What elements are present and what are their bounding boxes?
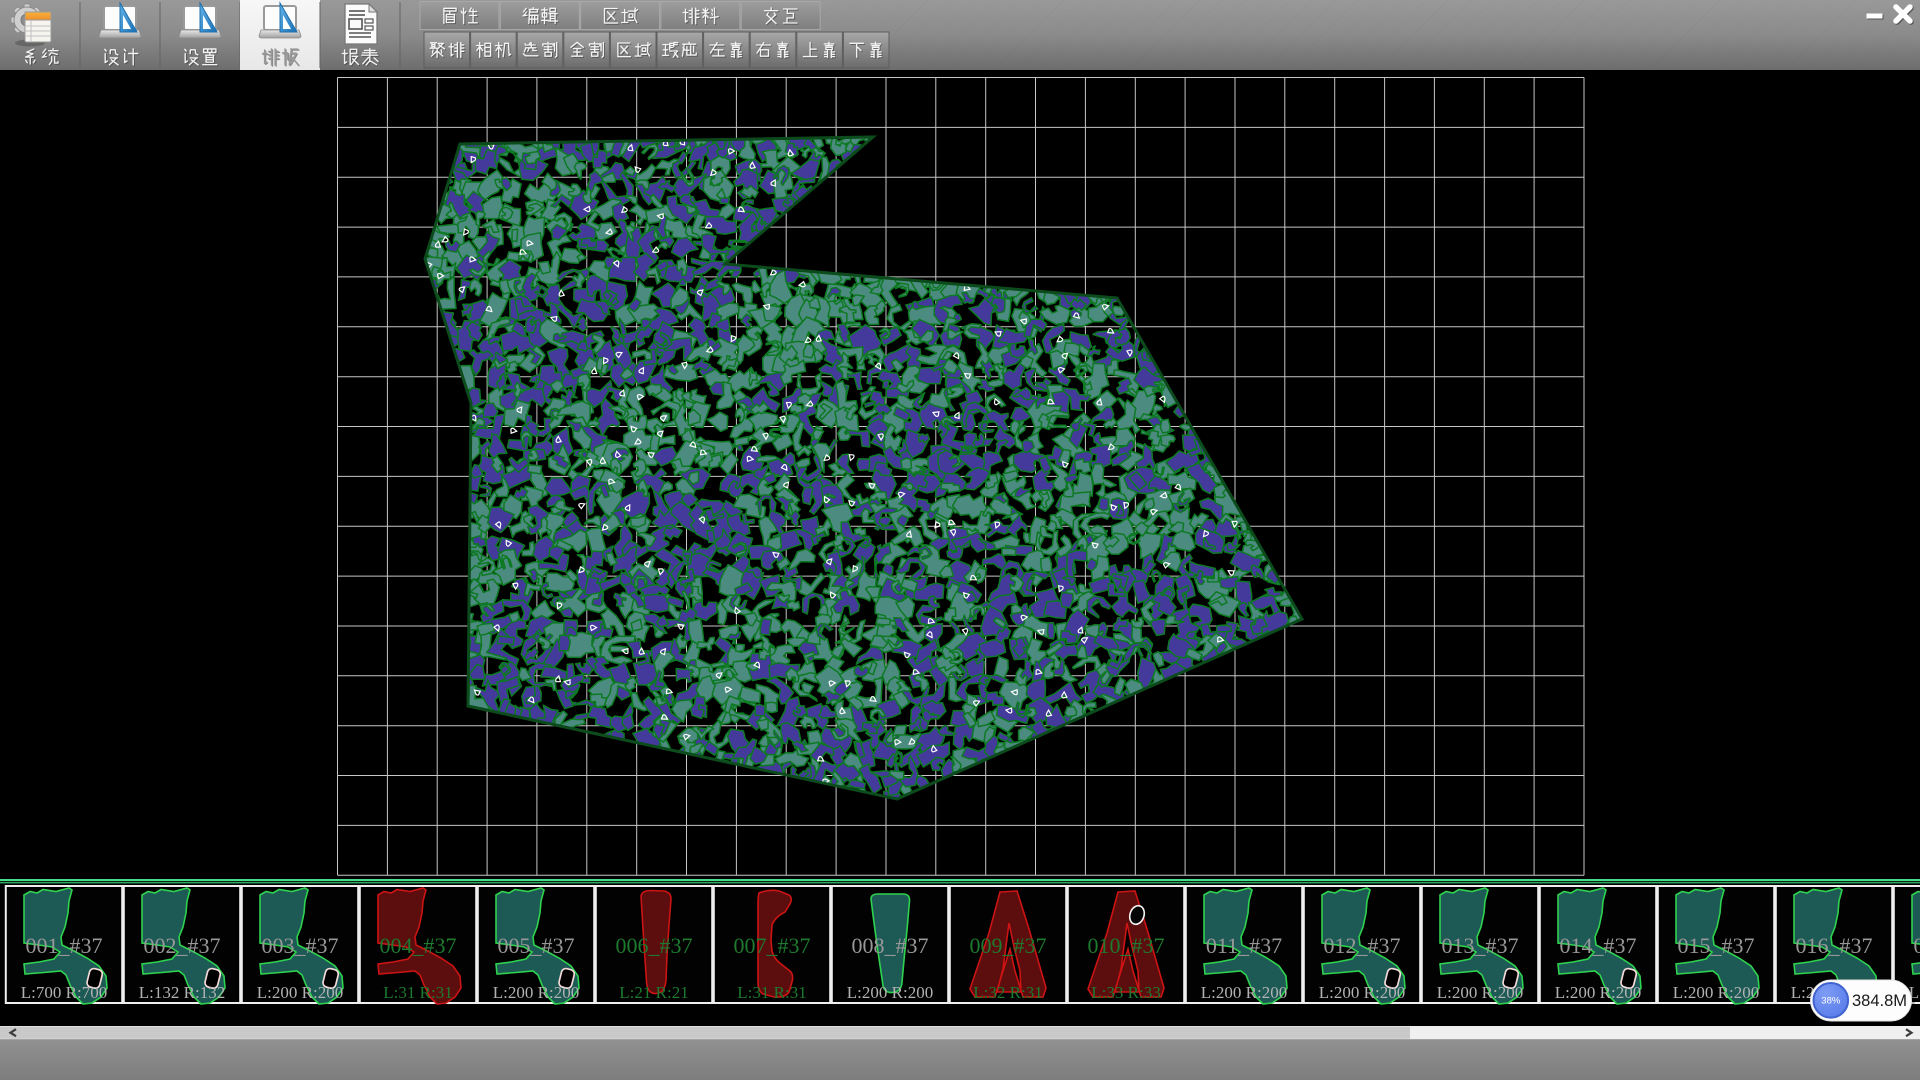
- svg-text:L:33 R:33: L:33 R:33: [1091, 983, 1160, 1002]
- svg-text:L:21 R:21: L:21 R:21: [619, 983, 688, 1002]
- svg-text:008_#37: 008_#37: [852, 933, 929, 958]
- svg-text:016_#37: 016_#37: [1796, 933, 1873, 958]
- svg-text:015_#37: 015_#37: [1678, 933, 1755, 958]
- svg-text:L:32 R:31: L:32 R:31: [973, 983, 1042, 1002]
- svg-text:003_#37: 003_#37: [262, 933, 339, 958]
- svg-text:L:200 R:200: L:200 R:200: [1319, 983, 1405, 1002]
- svg-text:002_#37: 002_#37: [144, 933, 221, 958]
- svg-text:L:31 R:31: L:31 R:31: [383, 983, 452, 1002]
- svg-text:L:200 R:200: L:200 R:200: [1201, 983, 1287, 1002]
- svg-text:L:200 R:200: L:200 R:200: [1437, 983, 1523, 1002]
- svg-text:L:200 R:200: L:200 R:200: [847, 983, 933, 1002]
- svg-text:007_#37: 007_#37: [734, 933, 811, 958]
- svg-text:L:200 R:200: L:200 R:200: [493, 983, 579, 1002]
- svg-text:384.8M: 384.8M: [1852, 992, 1907, 1010]
- svg-text:011_#37: 011_#37: [1206, 933, 1282, 958]
- svg-text:006_#37: 006_#37: [616, 933, 693, 958]
- svg-text:010_#37: 010_#37: [1088, 933, 1165, 958]
- svg-text:38%: 38%: [1821, 996, 1841, 1007]
- svg-text:004_#37: 004_#37: [380, 933, 457, 958]
- svg-text:L:31 R:31: L:31 R:31: [737, 983, 806, 1002]
- svg-text:L:200 R:200: L:200 R:200: [257, 983, 343, 1002]
- svg-text:014_#37: 014_#37: [1560, 933, 1637, 958]
- svg-text:017_#37: 017_#37: [1914, 933, 1920, 958]
- svg-text:001_#37: 001_#37: [26, 933, 103, 958]
- svg-text:012_#37: 012_#37: [1324, 933, 1401, 958]
- svg-text:005_#37: 005_#37: [498, 933, 575, 958]
- svg-text:L:700 R:700: L:700 R:700: [21, 983, 107, 1002]
- svg-text:L:200 R:200: L:200 R:200: [1673, 983, 1759, 1002]
- svg-text:009_#37: 009_#37: [970, 933, 1047, 958]
- svg-text:013_#37: 013_#37: [1442, 933, 1519, 958]
- svg-text:L:132 R:132: L:132 R:132: [139, 983, 225, 1002]
- svg-text:L:200 R:200: L:200 R:200: [1555, 983, 1641, 1002]
